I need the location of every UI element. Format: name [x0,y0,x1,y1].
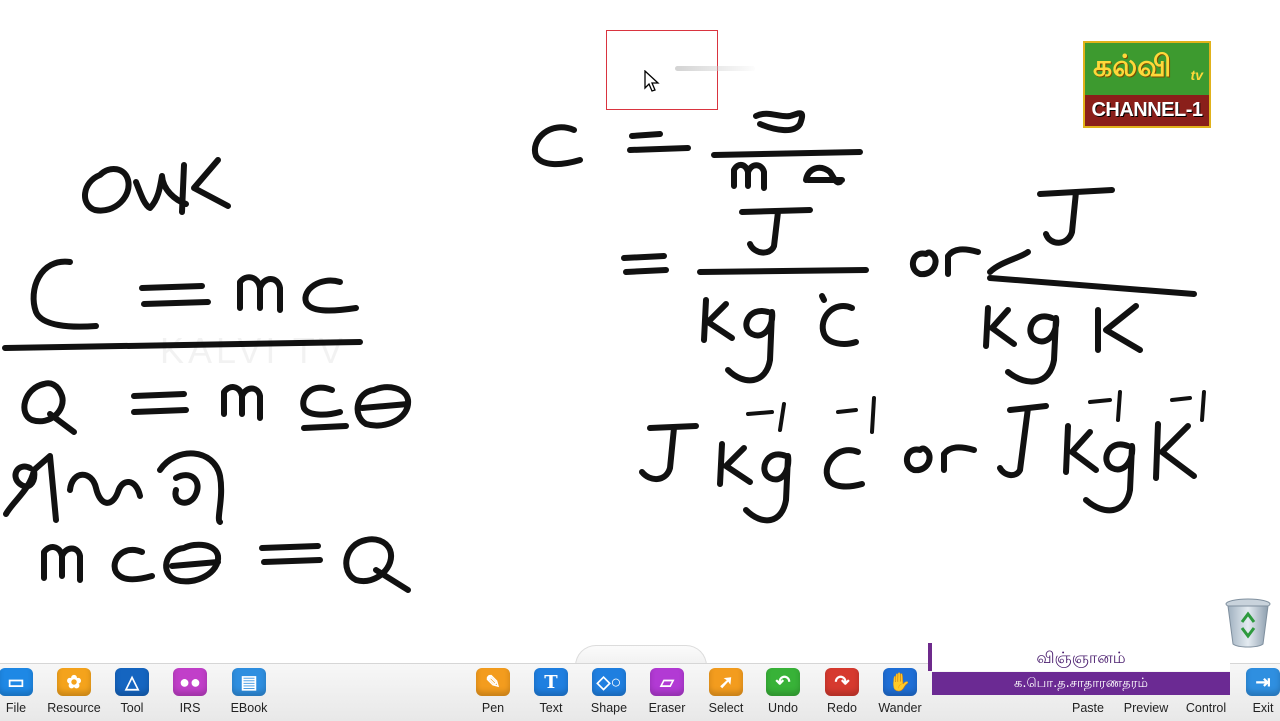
tool-paste-label: Paste [1072,701,1104,715]
hand-icon: ✋ [883,668,917,696]
tool-text-button[interactable]: T Text [521,668,581,718]
handwriting-q-equals-mc-theta [21,380,412,435]
subject-title: விஞ்ஞானம் [928,643,1230,671]
tool-preview-label: Preview [1123,701,1169,715]
tool-ebook-button[interactable]: ▤ EBook [219,668,279,718]
logo-tv-text: tv [1190,67,1203,83]
handwriting-c-equals-q-over-m-theta [531,110,863,191]
handwriting-or-j-over-kg-k [909,187,1197,385]
tool-resource-label: Resource [47,701,101,715]
tool-tool-button[interactable]: △ Tool [102,668,162,718]
tool-wander-button[interactable]: ✋ Wander [870,668,930,718]
channel-logo: கல்வி tv CHANNEL-1 [1083,41,1211,128]
tool-wander-label: Wander [878,701,922,715]
tool-eraser-button[interactable]: ▱ Eraser [637,668,697,718]
tool-paste-button[interactable]: Paste [1058,668,1118,718]
handwriting-j-over-kg-c [621,207,869,384]
tool-shape-label: Shape [590,701,628,715]
logo-channel-text: CHANNEL-1 [1091,99,1203,121]
handwriting-units-j-kg-c-or-j-kg-k [639,390,1206,524]
tool-control-button[interactable]: Control [1176,668,1236,718]
tool-pen-label: Pen [481,701,505,715]
tool-redo-label: Redo [827,701,857,715]
tool-undo-label: Undo [768,701,798,715]
book-icon: ▤ [232,668,266,696]
tool-control-label: Control [1185,701,1227,715]
tool-undo-button[interactable]: ↶ Undo [753,668,813,718]
folder-icon: ▭ [0,668,33,696]
tool-select-button[interactable]: ➚ Select [696,668,756,718]
handwriting-tamil-word [3,450,225,525]
eraser-trail [675,66,755,71]
redo-icon: ↷ [825,668,859,696]
tool-resource-button[interactable]: ✿ Resource [44,668,104,718]
faint-watermark: KALVI TV [160,330,347,371]
mouse-cursor-icon [644,70,660,92]
tool-redo-button[interactable]: ↷ Redo [812,668,872,718]
tool-select-label: Select [708,701,744,715]
tool-exit-label: Exit [1252,701,1274,715]
tool-irs-button[interactable]: ●● IRS [160,668,220,718]
tool-text-label: Text [539,701,563,715]
logo-brand-area: கல்வி tv [1085,43,1209,95]
text-icon: T [534,668,568,696]
resource-icon: ✿ [57,668,91,696]
exit-icon: ⇥ [1246,668,1280,696]
users-icon: ●● [173,668,207,696]
tool-tool-label: Tool [120,701,144,715]
tool-irs-label: IRS [179,701,201,715]
handwriting-ok [82,157,231,215]
tool-file-label: File [5,701,27,715]
tool-shape-button[interactable]: ◇○ Shape [579,668,639,718]
triangle-ruler-icon: △ [115,668,149,696]
tool-pen-button[interactable]: ✎ Pen [463,668,523,718]
shape-icon: ◇○ [592,668,626,696]
tool-file-button[interactable]: ▭ File [0,668,46,718]
tool-exit-button[interactable]: ⇥ Exit [1233,668,1280,718]
tool-eraser-label: Eraser [648,701,686,715]
recycle-bin-icon[interactable] [1224,598,1272,648]
eraser-icon: ▱ [650,668,684,696]
tool-ebook-label: EBook [230,701,268,715]
select-arrow-icon: ➚ [709,668,743,696]
undo-icon: ↶ [766,668,800,696]
logo-channel-area: CHANNEL-1 [1085,95,1209,126]
pen-icon: ✎ [476,668,510,696]
handwriting-mc-theta-equals-q [41,536,411,593]
tool-preview-button[interactable]: Preview [1116,668,1176,718]
logo-script-text: கல்வி [1093,49,1172,84]
